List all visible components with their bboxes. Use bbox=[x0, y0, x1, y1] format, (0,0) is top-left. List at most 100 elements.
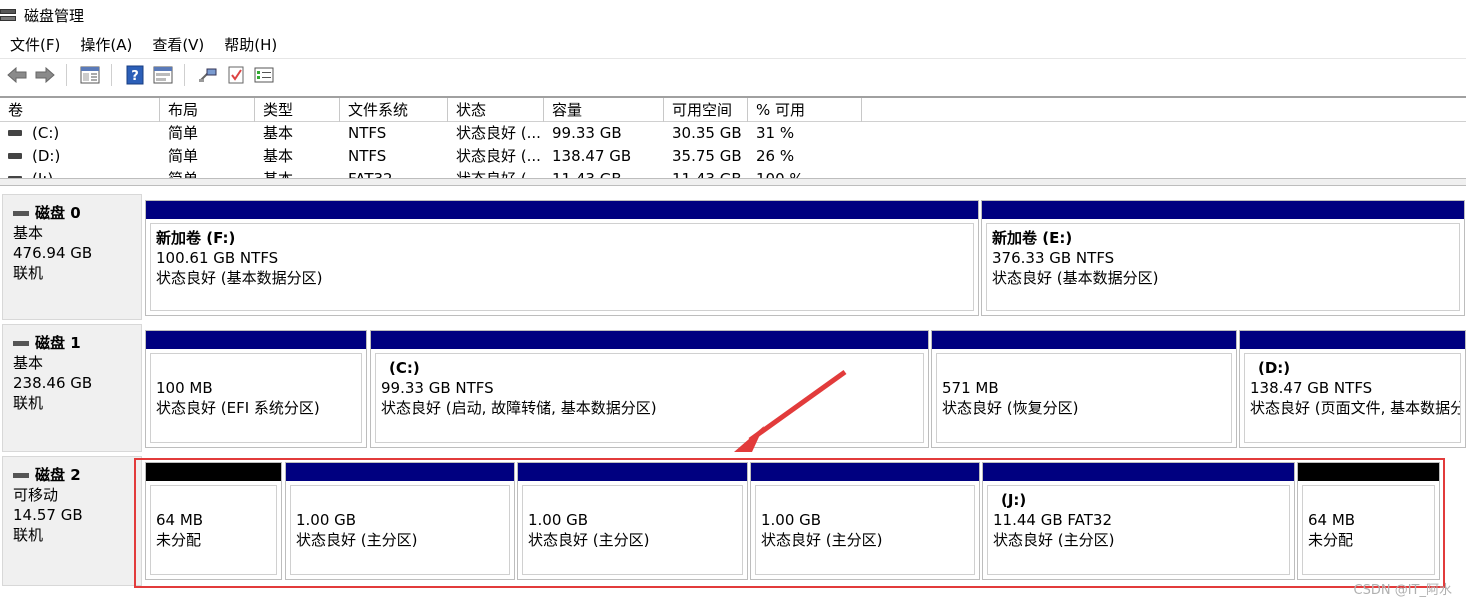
type-cell: 基本 bbox=[255, 168, 340, 178]
toolbar-separator bbox=[184, 63, 185, 86]
column-header-capacity[interactable]: 容量 bbox=[544, 98, 664, 122]
menu-help[interactable]: 帮助(H) bbox=[214, 34, 287, 55]
disk-label[interactable]: 磁盘 1 基本 238.46 GB 联机 bbox=[2, 324, 142, 452]
disk-size: 476.94 GB bbox=[13, 244, 93, 262]
disk-name-line: 磁盘 2 bbox=[13, 465, 141, 485]
disk-type: 基本 bbox=[13, 354, 44, 372]
disk-icon bbox=[13, 472, 29, 478]
column-header-percent-free[interactable]: % 可用 bbox=[748, 98, 862, 122]
partition-body: (D:) 138.47 GB NTFS 状态良好 (页面文件, 基本数据分区) bbox=[1244, 353, 1461, 443]
help-icon[interactable]: ? bbox=[124, 64, 146, 86]
partition-title: 新加卷 (F:) bbox=[156, 229, 236, 247]
free-space-cell: 11.43 GB bbox=[664, 168, 748, 178]
partition-bar bbox=[371, 331, 928, 349]
menu-file[interactable]: 文件(F) bbox=[0, 34, 70, 55]
partition[interactable]: 新加卷 (E:) 376.33 GB NTFS 状态良好 (基本数据分区) bbox=[981, 200, 1465, 316]
partition-title: 新加卷 (E:) bbox=[992, 229, 1073, 247]
filesystem-cell: FAT32 bbox=[340, 168, 448, 178]
status-cell: 状态良好 (... bbox=[448, 168, 544, 178]
filesystem-cell: NTFS bbox=[348, 124, 387, 142]
free-space-cell: 35.75 GB bbox=[672, 147, 742, 165]
disk-icon bbox=[13, 210, 29, 216]
partition-body: 新加卷 (E:) 376.33 GB NTFS 状态良好 (基本数据分区) bbox=[986, 223, 1460, 311]
partition-status: 状态良好 (基本数据分区) bbox=[992, 269, 1159, 287]
volume-row[interactable]: (C:) 简单 基本 NTFS 状态良好 (... 99.33 GB 30.35… bbox=[0, 122, 1466, 145]
volume-row[interactable]: (D:) 简单 基本 NTFS 状态良好 (... 138.47 GB 35.7… bbox=[0, 145, 1466, 168]
disk-name-line: 磁盘 0 bbox=[13, 203, 141, 223]
partition-status: 状态良好 (恢复分区) bbox=[942, 399, 1079, 417]
disk-management-icon bbox=[0, 7, 18, 23]
menu-action[interactable]: 操作(A) bbox=[70, 34, 142, 55]
column-header-layout[interactable]: 布局 bbox=[160, 98, 255, 122]
partition-status: 状态良好 (EFI 系统分区) bbox=[156, 399, 320, 417]
partition-title bbox=[942, 358, 1231, 378]
partition-size: 100.61 GB NTFS bbox=[156, 249, 279, 267]
toolbar: ? bbox=[0, 58, 1466, 90]
column-header-filesystem[interactable]: 文件系统 bbox=[340, 98, 448, 122]
column-header-type[interactable]: 类型 bbox=[255, 98, 340, 122]
status-cell: 状态良好 (... bbox=[456, 147, 541, 165]
capacity-cell: 99.33 GB bbox=[552, 124, 622, 142]
partition[interactable]: 100 MB 状态良好 (EFI 系统分区) bbox=[145, 330, 367, 448]
title-bar: 磁盘管理 bbox=[0, 0, 1466, 30]
disk-size: 14.57 GB bbox=[13, 506, 83, 524]
properties-icon[interactable] bbox=[152, 64, 174, 86]
settings-list-icon[interactable] bbox=[253, 64, 275, 86]
arrow-annotation bbox=[734, 369, 847, 452]
partition-title bbox=[156, 358, 361, 378]
partition[interactable]: 571 MB 状态良好 (恢复分区) bbox=[931, 330, 1237, 448]
disk-status: 联机 bbox=[13, 526, 44, 544]
disk-label[interactable]: 磁盘 0 基本 476.94 GB 联机 bbox=[2, 194, 142, 320]
highlight-annotation bbox=[134, 458, 1445, 588]
volume-name: (D:) bbox=[32, 147, 61, 165]
layout-cell: 简单 bbox=[160, 168, 255, 178]
partition-status: 状态良好 (基本数据分区) bbox=[156, 269, 323, 287]
forward-arrow-icon[interactable] bbox=[34, 64, 56, 86]
partition[interactable]: (D:) 138.47 GB NTFS 状态良好 (页面文件, 基本数据分区) bbox=[1239, 330, 1466, 448]
disk-list-icon[interactable] bbox=[79, 64, 101, 86]
volume-name: (J:) bbox=[32, 170, 53, 178]
connect-icon[interactable] bbox=[197, 64, 219, 86]
type-cell: 基本 bbox=[263, 147, 294, 165]
volume-list: 卷 布局 类型 文件系统 状态 容量 可用空间 % 可用 (C:) 简单 基本 … bbox=[0, 96, 1466, 178]
partition[interactable]: 新加卷 (F:) 100.61 GB NTFS 状态良好 (基本数据分区) bbox=[145, 200, 979, 316]
volume-row[interactable]: (J:) 简单 基本 FAT32 状态良好 (... 11.43 GB 11.4… bbox=[0, 168, 1466, 178]
partition-size: 138.47 GB NTFS bbox=[1250, 379, 1373, 397]
free-space-cell: 30.35 GB bbox=[672, 124, 742, 142]
disk-status: 联机 bbox=[13, 264, 44, 282]
percent-free-cell: 26 % bbox=[756, 147, 795, 165]
pane-splitter[interactable] bbox=[0, 178, 1466, 186]
disk-size: 238.46 GB bbox=[13, 374, 93, 392]
menu-view[interactable]: 查看(V) bbox=[142, 34, 214, 55]
menu-bar: 文件(F) 操作(A) 查看(V) 帮助(H) bbox=[0, 30, 1466, 58]
toolbar-separator bbox=[66, 63, 67, 86]
partition-bar bbox=[1240, 331, 1465, 349]
partition-size: 376.33 GB NTFS bbox=[992, 249, 1115, 267]
column-header-free-space[interactable]: 可用空间 bbox=[664, 98, 748, 122]
volume-cell: (J:) bbox=[0, 168, 160, 178]
disk-name: 磁盘 0 bbox=[35, 204, 81, 222]
column-header-status[interactable]: 状态 bbox=[448, 98, 544, 122]
capacity-cell: 11.43 GB bbox=[544, 168, 664, 178]
partition-body: 571 MB 状态良好 (恢复分区) bbox=[936, 353, 1232, 443]
partition-size: 571 MB bbox=[942, 379, 999, 397]
svg-text:?: ? bbox=[131, 69, 139, 84]
disk-map: 磁盘 0 基本 476.94 GB 联机 新加卷 (F:) 100.61 GB … bbox=[0, 186, 1466, 606]
partition-size: 100 MB bbox=[156, 379, 213, 397]
back-arrow-icon[interactable] bbox=[6, 64, 28, 86]
column-header-volume[interactable]: 卷 bbox=[0, 98, 160, 122]
toolbar-separator bbox=[111, 63, 112, 86]
check-icon[interactable] bbox=[225, 64, 247, 86]
partition-bar bbox=[932, 331, 1236, 349]
disk-label[interactable]: 磁盘 2 可移动 14.57 GB 联机 bbox=[2, 456, 142, 586]
percent-free-cell: 100 % bbox=[748, 168, 862, 178]
layout-cell: 简单 bbox=[168, 124, 199, 142]
volume-cell: (C:) bbox=[0, 122, 160, 145]
partition-body: 100 MB 状态良好 (EFI 系统分区) bbox=[150, 353, 362, 443]
disk-row: 磁盘 0 基本 476.94 GB 联机 新加卷 (F:) 100.61 GB … bbox=[0, 194, 1466, 320]
layout-cell: 简单 bbox=[168, 147, 199, 165]
partition-title: (D:) bbox=[1258, 359, 1291, 377]
partition-bar bbox=[146, 201, 978, 219]
type-cell: 基本 bbox=[263, 124, 294, 142]
window-title: 磁盘管理 bbox=[24, 6, 85, 25]
